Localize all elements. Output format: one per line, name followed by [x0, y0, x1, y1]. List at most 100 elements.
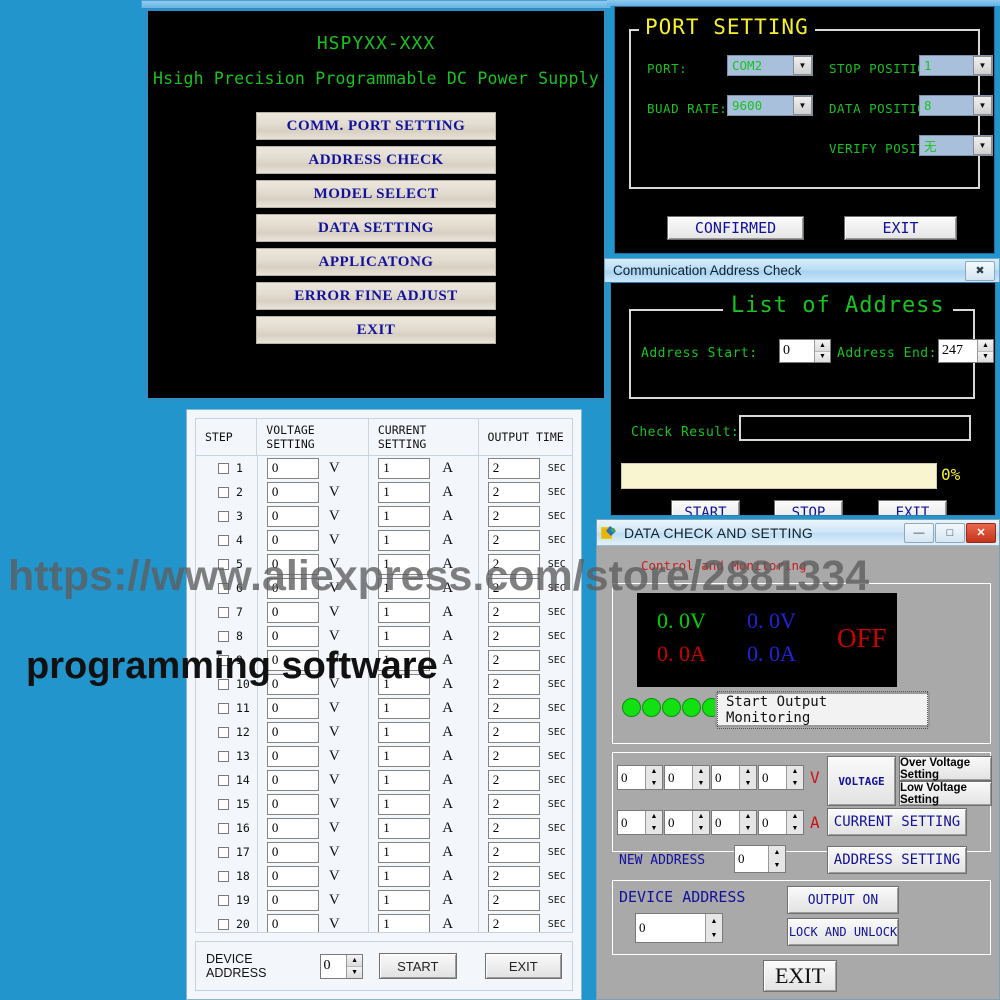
step-checkbox[interactable]: [218, 822, 229, 834]
current-input[interactable]: 1: [378, 601, 431, 623]
voltage-input[interactable]: 0: [266, 889, 319, 911]
time-input[interactable]: 2: [487, 577, 540, 599]
voltage-input[interactable]: 0: [266, 721, 319, 743]
time-input[interactable]: 2: [487, 889, 540, 911]
current-input[interactable]: 1: [378, 865, 431, 887]
device-address-spinner[interactable]: 0 ▲ ▼: [635, 913, 723, 943]
current-input[interactable]: 1: [378, 529, 431, 551]
address-end-spinner[interactable]: 247 ▲ ▼: [938, 339, 994, 363]
step-checkbox[interactable]: [218, 702, 229, 714]
time-input[interactable]: 2: [487, 649, 540, 671]
voltage-input[interactable]: 0: [266, 553, 319, 575]
minimize-icon[interactable]: —: [904, 522, 934, 543]
data-check-exit-button[interactable]: EXIT: [763, 960, 837, 992]
voltage-digit-spinner-1[interactable]: 0 ▲ ▼: [617, 765, 663, 790]
address-start-spinner[interactable]: 0 ▲ ▼: [779, 339, 831, 363]
time-input[interactable]: 2: [487, 745, 540, 767]
chevron-down-icon[interactable]: ▼: [973, 56, 992, 75]
current-input[interactable]: 1: [378, 457, 431, 479]
close-icon[interactable]: ✕: [966, 522, 996, 543]
output-on-button[interactable]: OUTPUT ON: [787, 886, 899, 914]
main-window-titlebar[interactable]: [141, 0, 611, 8]
spinner-up-icon[interactable]: ▲: [740, 811, 756, 823]
voltage-input[interactable]: 0: [266, 865, 319, 887]
spinner-down-icon[interactable]: ▼: [740, 778, 756, 790]
current-digit-spinner-1[interactable]: 0 ▲ ▼: [617, 810, 663, 835]
current-digit-spinner-4[interactable]: 0 ▲ ▼: [758, 810, 804, 835]
voltage-input[interactable]: 0: [266, 913, 319, 932]
spinner-down-icon[interactable]: ▼: [646, 823, 662, 835]
lock-unlock-button[interactable]: LOCK AND UNLOCK: [787, 918, 899, 946]
step-checkbox[interactable]: [218, 870, 229, 882]
voltage-input[interactable]: 0: [266, 673, 319, 695]
baud-rate-combobox[interactable]: 9600 ▼: [727, 95, 813, 116]
spinner-down-icon[interactable]: ▼: [787, 778, 803, 790]
voltage-input[interactable]: 0: [266, 649, 319, 671]
current-input[interactable]: 1: [378, 769, 431, 791]
time-input[interactable]: 2: [487, 841, 540, 863]
current-setting-button[interactable]: CURRENT SETTING: [827, 808, 967, 836]
current-input[interactable]: 1: [378, 793, 431, 815]
voltage-input[interactable]: 0: [266, 745, 319, 767]
spinner-up-icon[interactable]: ▲: [706, 914, 722, 928]
step-checkbox[interactable]: [218, 894, 229, 906]
time-input[interactable]: 2: [487, 481, 540, 503]
address-check-stop-button[interactable]: STOP: [774, 500, 843, 515]
voltage-digit-spinner-3[interactable]: 0 ▲ ▼: [711, 765, 757, 790]
verify-position-combobox[interactable]: 无 ▼: [919, 135, 993, 156]
step-checkbox[interactable]: [218, 486, 229, 498]
address-check-titlebar[interactable]: Communication Address Check ✖: [604, 258, 1000, 282]
voltage-input[interactable]: 0: [266, 481, 319, 503]
spinner-down-icon[interactable]: ▼: [978, 351, 993, 362]
current-input[interactable]: 1: [378, 913, 431, 932]
port-combobox[interactable]: COM2 ▼: [727, 55, 813, 76]
spinner-down-icon[interactable]: ▼: [769, 859, 785, 872]
step-checkbox[interactable]: [218, 798, 229, 810]
time-input[interactable]: 2: [487, 697, 540, 719]
step-checkbox[interactable]: [218, 510, 229, 522]
spinner-up-icon[interactable]: ▲: [347, 954, 363, 967]
step-checkbox[interactable]: [218, 678, 229, 690]
spinner-down-icon[interactable]: ▼: [787, 823, 803, 835]
step-checkbox[interactable]: [218, 726, 229, 738]
spinner-down-icon[interactable]: ▼: [815, 351, 830, 362]
address-setting-button[interactable]: ADDRESS SETTING: [827, 846, 967, 874]
spinner-down-icon[interactable]: ▼: [347, 966, 363, 978]
address-check-exit-button[interactable]: EXIT: [878, 500, 947, 515]
new-address-spinner[interactable]: 0 ▲ ▼: [734, 845, 786, 873]
time-input[interactable]: 2: [487, 601, 540, 623]
time-input[interactable]: 2: [487, 769, 540, 791]
spinner-down-icon[interactable]: ▼: [693, 778, 709, 790]
voltage-input[interactable]: 0: [266, 769, 319, 791]
stop-position-combobox[interactable]: 1 ▼: [919, 55, 993, 76]
voltage-input[interactable]: 0: [266, 817, 319, 839]
step-checkbox[interactable]: [218, 750, 229, 762]
chevron-down-icon[interactable]: ▼: [973, 136, 992, 155]
step-checkbox[interactable]: [218, 606, 229, 618]
time-input[interactable]: 2: [487, 625, 540, 647]
spinner-up-icon[interactable]: ▲: [693, 766, 709, 778]
step-checkbox[interactable]: [218, 558, 229, 570]
spinner-up-icon[interactable]: ▲: [815, 340, 830, 352]
chevron-down-icon[interactable]: ▼: [793, 96, 812, 115]
time-input[interactable]: 2: [487, 865, 540, 887]
voltage-input[interactable]: 0: [266, 577, 319, 599]
time-input[interactable]: 2: [487, 793, 540, 815]
current-input[interactable]: 1: [378, 505, 431, 527]
time-input[interactable]: 2: [487, 505, 540, 527]
spinner-up-icon[interactable]: ▲: [693, 811, 709, 823]
maximize-icon[interactable]: □: [935, 522, 965, 543]
footer-device-address-spinner[interactable]: 0 ▲ ▼: [319, 953, 364, 979]
spinner-up-icon[interactable]: ▲: [740, 766, 756, 778]
spinner-up-icon[interactable]: ▲: [978, 340, 993, 352]
data-position-combobox[interactable]: 8 ▼: [919, 95, 993, 116]
step-checkbox[interactable]: [218, 918, 229, 930]
current-input[interactable]: 1: [378, 745, 431, 767]
voltage-input[interactable]: 0: [266, 601, 319, 623]
low-voltage-setting-button[interactable]: Low Voltage Setting: [899, 781, 992, 806]
current-input[interactable]: 1: [378, 625, 431, 647]
current-input[interactable]: 1: [378, 649, 431, 671]
spinner-down-icon[interactable]: ▼: [740, 823, 756, 835]
voltage-input[interactable]: 0: [266, 625, 319, 647]
time-input[interactable]: 2: [487, 913, 540, 932]
